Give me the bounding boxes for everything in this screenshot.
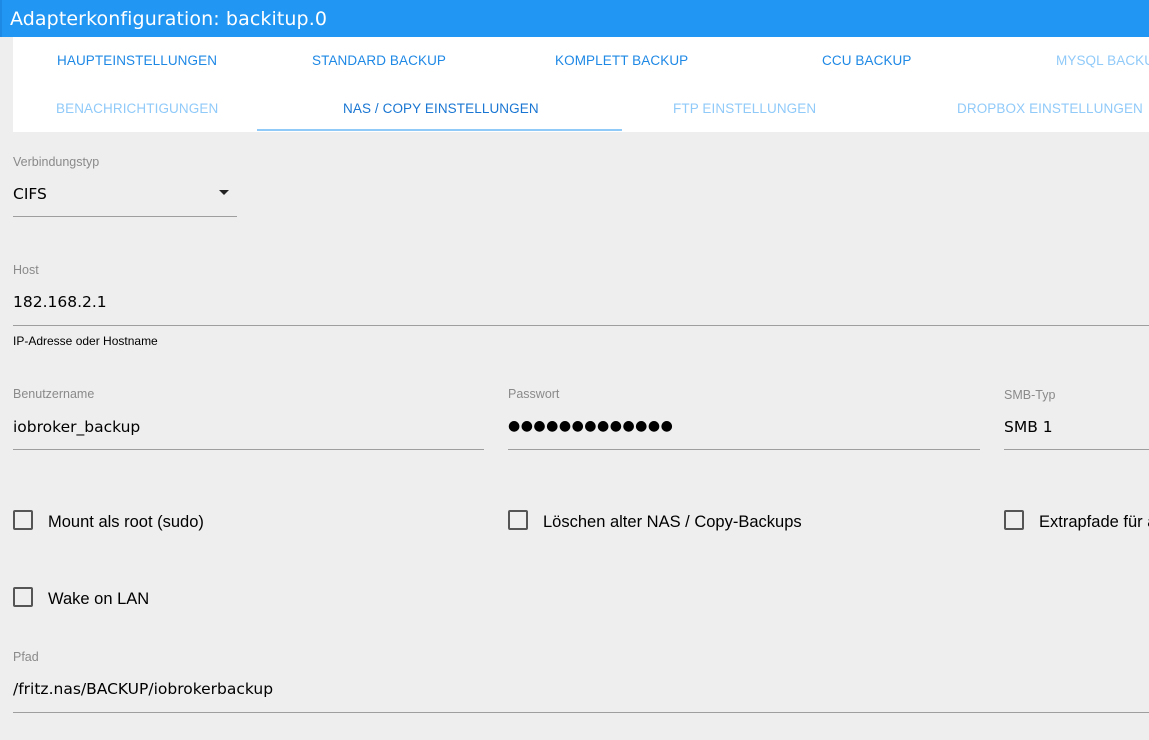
wake-on-lan-checkbox[interactable] [13, 587, 33, 607]
username-label: Benutzername [13, 387, 95, 401]
tab-standard-backup[interactable]: STANDARD BACKUP [312, 53, 446, 68]
tab-ftp-einstellungen[interactable]: FTP EINSTELLUNGEN [673, 101, 816, 116]
chevron-down-icon[interactable] [219, 190, 229, 195]
path-label: Pfad [13, 650, 39, 664]
password-input[interactable]: ●●●●●●●●●●●●● [508, 418, 673, 434]
tab-dropbox-einstellungen[interactable]: DROPBOX EINSTELLUNGEN [957, 101, 1143, 116]
username-input[interactable]: iobroker_backup [13, 418, 140, 436]
host-label: Host [13, 263, 39, 277]
delete-old-checkbox[interactable] [508, 510, 528, 530]
window-title: Adapterkonfiguration: backitup.0 [0, 0, 1149, 37]
mount-root-checkbox[interactable] [13, 510, 33, 530]
delete-old-label[interactable]: Löschen alter NAS / Copy-Backups [543, 513, 802, 532]
tab-bar: HAUPTEINSTELLUNGEN STANDARD BACKUP KOMPL… [13, 37, 1149, 132]
tab-nas-copy-einstellungen[interactable]: NAS / COPY EINSTELLUNGEN [343, 101, 539, 116]
mount-root-label[interactable]: Mount als root (sudo) [48, 513, 204, 532]
tab-mysql-backup[interactable]: MYSQL BACKUP [1056, 53, 1149, 68]
tab-benachrichtigungen[interactable]: BENACHRICHTIGUNGEN [56, 101, 218, 116]
smb-type-underline [1004, 449, 1149, 450]
extra-paths-label[interactable]: Extrapfade für a [1039, 513, 1149, 532]
tab-komplett-backup[interactable]: KOMPLETT BACKUP [555, 53, 688, 68]
active-tab-indicator [257, 129, 622, 131]
username-underline [13, 449, 484, 450]
connection-type-label: Verbindungstyp [13, 155, 100, 169]
tab-haupteinstellungen[interactable]: HAUPTEINSTELLUNGEN [57, 53, 217, 68]
connection-type-select[interactable]: CIFS [13, 185, 47, 203]
host-input[interactable]: 182.168.2.1 [13, 293, 107, 311]
extra-paths-checkbox[interactable] [1004, 510, 1024, 530]
password-label: Passwort [508, 387, 560, 401]
path-input[interactable]: /fritz.nas/BACKUP/iobrokerbackup [13, 680, 273, 698]
wake-on-lan-label[interactable]: Wake on LAN [48, 590, 149, 609]
connection-type-underline [13, 216, 237, 217]
smb-type-select[interactable]: SMB 1 [1004, 418, 1053, 436]
tab-ccu-backup[interactable]: CCU BACKUP [822, 53, 912, 68]
password-underline [508, 449, 980, 450]
smb-type-label: SMB-Typ [1004, 388, 1056, 402]
host-helper-text: IP-Adresse oder Hostname [13, 334, 158, 348]
path-underline [13, 712, 1149, 713]
host-underline [13, 325, 1149, 326]
